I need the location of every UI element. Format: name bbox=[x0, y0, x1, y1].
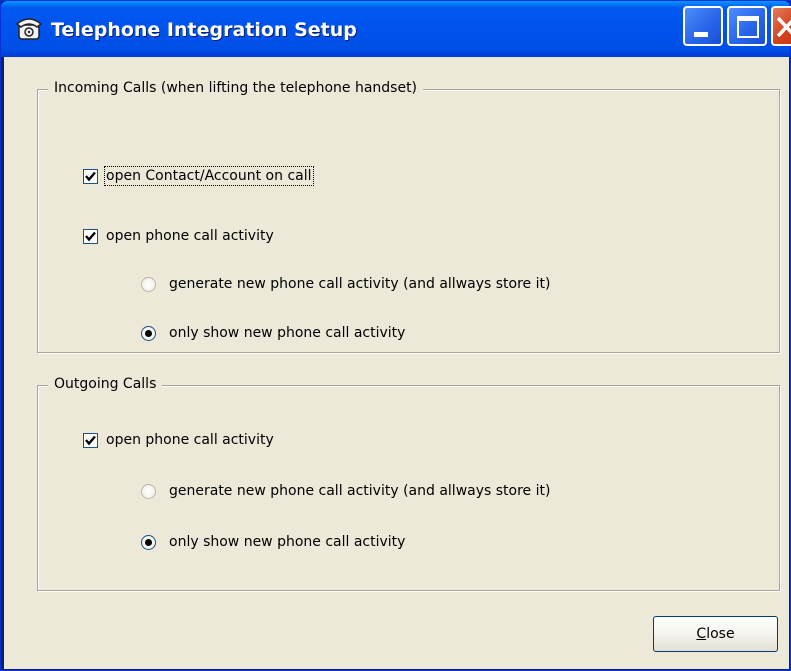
incoming-calls-group: Incoming Calls (when lifting the telepho… bbox=[37, 80, 780, 353]
minimize-icon bbox=[694, 32, 708, 37]
outgoing-only-show-label: only show new phone call activity bbox=[169, 534, 406, 550]
outgoing-open-activity-option[interactable]: open phone call activity bbox=[83, 432, 274, 448]
close-button[interactable]: Close bbox=[653, 616, 778, 652]
open-contact-label: open Contact/Account on call bbox=[104, 166, 314, 186]
outgoing-only-show-radio[interactable] bbox=[141, 534, 156, 550]
incoming-open-activity-option[interactable]: open phone call activity bbox=[83, 228, 274, 244]
dialog-body: Incoming Calls (when lifting the telepho… bbox=[4, 57, 789, 669]
checkmark-icon bbox=[85, 231, 96, 241]
incoming-only-show-label: only show new phone call activity bbox=[169, 325, 406, 341]
close-icon bbox=[775, 10, 791, 42]
radio-dot-icon bbox=[145, 329, 152, 337]
outgoing-only-show-option[interactable]: only show new phone call activity bbox=[141, 534, 405, 550]
incoming-generate-new-radio[interactable] bbox=[141, 276, 156, 292]
telephone-icon bbox=[15, 15, 43, 41]
incoming-open-activity-checkbox[interactable] bbox=[83, 228, 98, 244]
outgoing-open-activity-label: open phone call activity bbox=[106, 432, 274, 448]
incoming-generate-new-label: generate new phone call activity (and al… bbox=[169, 276, 551, 292]
close-button-label: lose bbox=[706, 626, 735, 642]
close-window-button[interactable] bbox=[771, 6, 791, 46]
outgoing-generate-new-label: generate new phone call activity (and al… bbox=[169, 483, 551, 499]
checkmark-icon bbox=[85, 171, 96, 181]
checkmark-icon bbox=[85, 435, 96, 445]
window-title: Telephone Integration Setup bbox=[51, 19, 357, 41]
open-contact-checkbox[interactable] bbox=[83, 168, 98, 184]
incoming-open-activity-label: open phone call activity bbox=[106, 228, 274, 244]
maximize-icon bbox=[737, 16, 759, 38]
close-button-mnemonic: C bbox=[696, 626, 707, 642]
incoming-calls-legend: Incoming Calls (when lifting the telepho… bbox=[48, 80, 424, 96]
maximize-button[interactable] bbox=[727, 6, 767, 46]
incoming-only-show-option[interactable]: only show new phone call activity bbox=[141, 325, 405, 341]
minimize-button[interactable] bbox=[683, 6, 723, 46]
radio-dot-icon bbox=[145, 538, 152, 546]
outgoing-open-activity-checkbox[interactable] bbox=[83, 432, 98, 448]
dialog-window: Telephone Integration Setup Incoming Cal… bbox=[0, 0, 791, 671]
outgoing-calls-legend: Outgoing Calls bbox=[48, 376, 163, 392]
incoming-only-show-radio[interactable] bbox=[141, 325, 156, 341]
incoming-generate-new-option[interactable]: generate new phone call activity (and al… bbox=[141, 276, 550, 292]
title-bar[interactable]: Telephone Integration Setup bbox=[1, 1, 791, 57]
open-contact-option[interactable]: open Contact/Account on call bbox=[83, 166, 314, 186]
outgoing-generate-new-option[interactable]: generate new phone call activity (and al… bbox=[141, 483, 550, 499]
outgoing-generate-new-radio[interactable] bbox=[141, 483, 156, 499]
outgoing-calls-group: Outgoing Calls open phone call activity … bbox=[37, 376, 780, 591]
